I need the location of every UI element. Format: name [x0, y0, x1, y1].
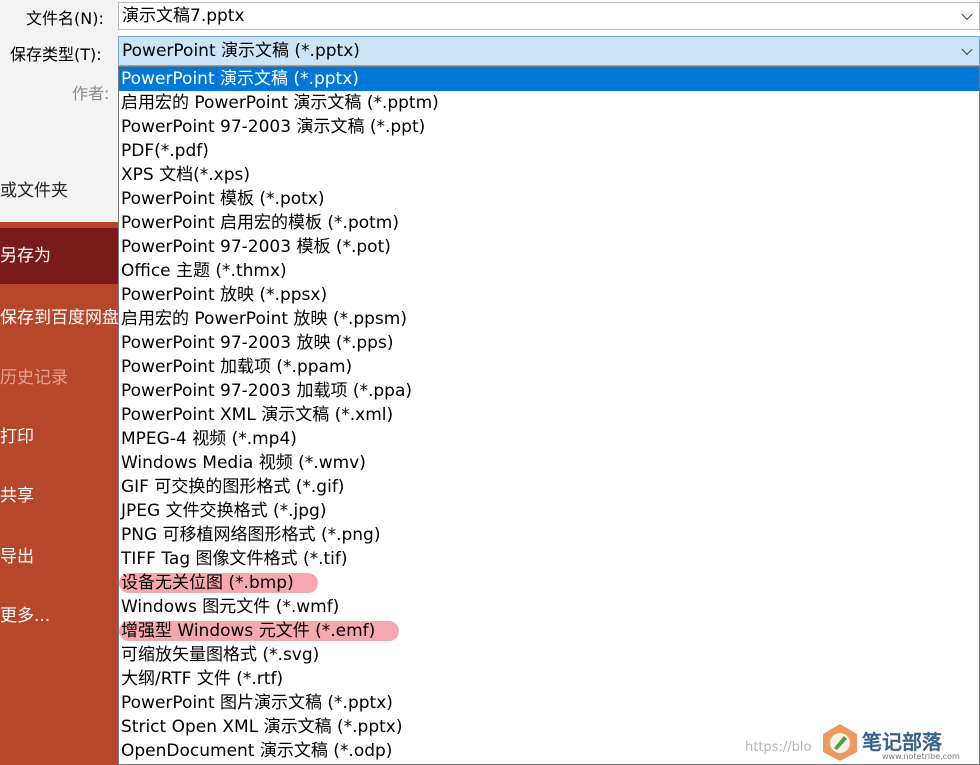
dropdown-option[interactable]: Strict Open XML 演示文稿 (*.pptx): [119, 715, 979, 739]
dropdown-option[interactable]: JPEG 文件交换格式 (*.jpg): [119, 499, 979, 523]
dropdown-option[interactable]: XPS 文档(*.xps): [119, 163, 979, 187]
dropdown-option[interactable]: Windows 图元文件 (*.wmf): [119, 595, 979, 619]
folder-label-partial: 或文件夹: [0, 181, 68, 201]
dropdown-option[interactable]: PowerPoint 演示文稿 (*.pptx): [119, 67, 979, 91]
dropdown-option[interactable]: PNG 可移植网络图形格式 (*.png): [119, 523, 979, 547]
save-type-select[interactable]: PowerPoint 演示文稿 (*.pptx): [118, 36, 980, 66]
filename-field[interactable]: 演示文稿7.pptx: [118, 2, 980, 30]
dropdown-option[interactable]: GIF 可交换的图形格式 (*.gif): [119, 475, 979, 499]
option-label: PowerPoint 97-2003 模板 (*.pot): [121, 237, 391, 257]
option-label-highlighted: 增强型 Windows 元文件 (*.emf): [119, 621, 400, 641]
sidebar-item-save-as[interactable]: 另存为: [0, 228, 118, 284]
dropdown-option[interactable]: PowerPoint 97-2003 放映 (*.pps): [119, 331, 979, 355]
sidebar-item-print[interactable]: 打印: [0, 409, 118, 465]
chevron-down-icon[interactable]: [961, 8, 973, 21]
option-label: TIFF Tag 图像文件格式 (*.tif): [121, 549, 348, 569]
sidebar-item-label: 导出: [0, 547, 34, 567]
sidebar-item-label: 打印: [0, 427, 34, 447]
dropdown-option[interactable]: MPEG-4 视频 (*.mp4): [119, 427, 979, 451]
option-label: PowerPoint 97-2003 演示文稿 (*.ppt): [121, 117, 426, 137]
option-label: PDF(*.pdf): [121, 141, 209, 161]
option-label: PowerPoint 演示文稿 (*.pptx): [121, 69, 359, 89]
filename-value: 演示文稿7.pptx: [122, 6, 245, 26]
sidebar-item-label: 保存到百度网盘: [0, 308, 118, 328]
chevron-down-icon[interactable]: [961, 43, 973, 56]
option-label: 启用宏的 PowerPoint 放映 (*.ppsm): [121, 309, 407, 329]
dropdown-option[interactable]: PowerPoint 97-2003 模板 (*.pot): [119, 235, 979, 259]
dropdown-option[interactable]: PDF(*.pdf): [119, 139, 979, 163]
option-label: XPS 文档(*.xps): [121, 165, 250, 185]
dropdown-option[interactable]: PowerPoint 放映 (*.ppsx): [119, 283, 979, 307]
sidebar-item-label: 共享: [0, 486, 34, 506]
option-label: 可缩放矢量图格式 (*.svg): [121, 645, 320, 665]
sidebar-item-label: 另存为: [0, 246, 51, 266]
option-label: 大纲/RTF 文件 (*.rtf): [121, 669, 284, 689]
option-label: Strict Open XML 演示文稿 (*.pptx): [121, 717, 403, 737]
option-label: PowerPoint 97-2003 放映 (*.pps): [121, 333, 394, 353]
option-label: 启用宏的 PowerPoint 演示文稿 (*.pptm): [121, 93, 439, 113]
save-type-label: 保存类型(T):: [10, 45, 102, 64]
option-label: PowerPoint XML 演示文稿 (*.xml): [121, 405, 394, 425]
dropdown-option[interactable]: Windows Media 视频 (*.wmv): [119, 451, 979, 475]
option-label: Windows Media 视频 (*.wmv): [121, 453, 366, 473]
dropdown-option[interactable]: PowerPoint 模板 (*.potx): [119, 187, 979, 211]
sidebar-item-label: 更多...: [0, 606, 51, 626]
option-label: MPEG-4 视频 (*.mp4): [121, 429, 297, 449]
watermark-url: https://blo: [745, 740, 812, 755]
filename-label: 文件名(N):: [26, 9, 104, 28]
dropdown-option[interactable]: PowerPoint 启用宏的模板 (*.potm): [119, 211, 979, 235]
dropdown-option[interactable]: Office 主题 (*.thmx): [119, 259, 979, 283]
dropdown-option[interactable]: OpenDocument 演示文稿 (*.odp): [119, 739, 979, 763]
dropdown-option[interactable]: 可缩放矢量图格式 (*.svg): [119, 643, 979, 667]
dropdown-option[interactable]: TIFF Tag 图像文件格式 (*.tif): [119, 547, 979, 571]
option-label: PowerPoint 放映 (*.ppsx): [121, 285, 328, 305]
sidebar-item-more[interactable]: 更多...: [0, 588, 118, 644]
dropdown-option[interactable]: PowerPoint 97-2003 加载项 (*.ppa): [119, 379, 979, 403]
option-label: PowerPoint 启用宏的模板 (*.potm): [121, 213, 400, 233]
dropdown-option[interactable]: PowerPoint 97-2003 演示文稿 (*.ppt): [119, 115, 979, 139]
option-label: PNG 可移植网络图形格式 (*.png): [121, 525, 381, 545]
dropdown-option[interactable]: PowerPoint 加载项 (*.ppam): [119, 355, 979, 379]
dropdown-option[interactable]: 启用宏的 PowerPoint 放映 (*.ppsm): [119, 307, 979, 331]
option-label-highlighted: 设备无关位图 (*.bmp): [119, 573, 318, 593]
option-label: PowerPoint 加载项 (*.ppam): [121, 357, 353, 377]
dropdown-option[interactable]: 大纲/RTF 文件 (*.rtf): [119, 667, 979, 691]
dropdown-option[interactable]: 启用宏的 PowerPoint 演示文稿 (*.pptm): [119, 91, 979, 115]
sidebar-item-history: 历史记录: [0, 350, 118, 406]
backstage-sidebar: 另存为 保存到百度网盘 历史记录 打印 共享 导出 更多...: [0, 222, 118, 765]
option-label: PowerPoint 图片演示文稿 (*.pptx): [121, 693, 393, 713]
option-label: JPEG 文件交换格式 (*.jpg): [121, 501, 327, 521]
option-label: OpenDocument 演示文稿 (*.odp): [121, 741, 393, 761]
sidebar-item-save-to-baidu[interactable]: 保存到百度网盘: [0, 290, 118, 346]
sidebar-item-share[interactable]: 共享: [0, 468, 118, 524]
dropdown-option[interactable]: PowerPoint 图片演示文稿 (*.pptx): [119, 691, 979, 715]
save-type-dropdown-list: PowerPoint 演示文稿 (*.pptx) 启用宏的 PowerPoint…: [118, 66, 980, 765]
sidebar-item-export[interactable]: 导出: [0, 529, 118, 585]
option-label: Windows 图元文件 (*.wmf): [121, 597, 340, 617]
option-label: Office 主题 (*.thmx): [121, 261, 287, 281]
option-label: PowerPoint 模板 (*.potx): [121, 189, 325, 209]
option-label: GIF 可交换的图形格式 (*.gif): [121, 477, 345, 497]
dropdown-option[interactable]: PowerPoint XML 演示文稿 (*.xml): [119, 403, 979, 427]
option-label: PowerPoint 97-2003 加载项 (*.ppa): [121, 381, 413, 401]
dropdown-option[interactable]: 增强型 Windows 元文件 (*.emf): [119, 619, 979, 643]
dropdown-option[interactable]: 设备无关位图 (*.bmp): [119, 571, 979, 595]
sidebar-item-label: 历史记录: [0, 368, 68, 388]
author-label: 作者:: [72, 84, 110, 103]
save-type-value: PowerPoint 演示文稿 (*.pptx): [122, 41, 360, 61]
